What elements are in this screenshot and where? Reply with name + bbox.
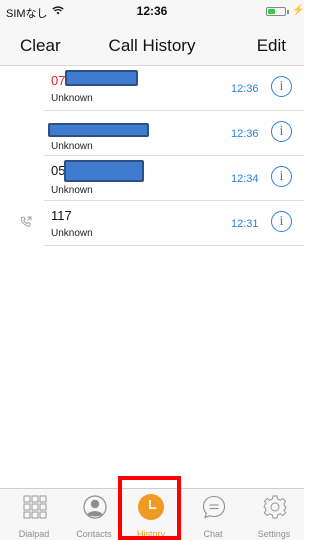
- battery-level: [268, 9, 275, 14]
- tab-bar: Dialpad Contacts History Chat Settings: [0, 488, 304, 540]
- contacts-icon: [83, 495, 107, 519]
- call-time: 12:31: [231, 218, 259, 230]
- tab-label: Dialpad: [18, 529, 50, 539]
- navigation-bar: Clear Call History Edit: [0, 26, 304, 66]
- tab-label: Chat: [203, 529, 223, 539]
- history-clock-icon: [138, 494, 164, 520]
- call-number: 117: [51, 208, 72, 223]
- call-row[interactable]: 117 Unknown 12:31 i: [20, 201, 304, 246]
- chat-bubble-icon: [202, 495, 226, 519]
- call-row[interactable]: Unknown 12:36 i: [44, 111, 304, 156]
- info-icon[interactable]: i: [271, 76, 292, 97]
- tab-dialpad[interactable]: Dialpad: [4, 489, 64, 540]
- call-label: Unknown: [51, 141, 93, 152]
- call-time: 12:36: [231, 128, 259, 140]
- tab-label: Settings: [257, 529, 291, 539]
- battery-icon: [266, 7, 286, 16]
- call-label: Unknown: [51, 228, 93, 239]
- edit-button[interactable]: Edit: [257, 36, 286, 56]
- call-time: 12:36: [231, 83, 259, 95]
- redacted-number: [48, 123, 149, 137]
- call-row[interactable]: 05 Unknown 12:34 i: [44, 156, 304, 201]
- charging-icon: ⚡: [292, 5, 305, 16]
- clear-button[interactable]: Clear: [20, 36, 61, 56]
- call-row[interactable]: 07 Unknown 12:36 i: [44, 66, 304, 111]
- tab-history[interactable]: History: [121, 489, 181, 540]
- call-time: 12:34: [231, 173, 259, 185]
- info-icon[interactable]: i: [271, 121, 292, 142]
- tab-contacts[interactable]: Contacts: [64, 489, 124, 540]
- call-number: 07: [51, 73, 66, 88]
- call-label: Unknown: [51, 185, 93, 196]
- battery-tip: [287, 10, 289, 14]
- dialpad-icon: [23, 495, 47, 519]
- tab-settings[interactable]: Settings: [244, 489, 304, 540]
- tab-chat[interactable]: Chat: [183, 489, 243, 540]
- tab-label: Contacts: [76, 529, 112, 539]
- outgoing-call-icon: [20, 216, 32, 227]
- tab-label: History: [136, 529, 165, 539]
- call-history-list: 07 Unknown 12:36 i Unknown 12:36 i 05 Un…: [0, 66, 304, 246]
- info-icon[interactable]: i: [271, 211, 292, 232]
- status-bar: SIMなし 12:36 ⚡: [0, 0, 304, 26]
- status-time: 12:36: [136, 4, 168, 18]
- call-label: Unknown: [51, 93, 93, 104]
- gear-icon: [263, 495, 287, 519]
- redacted-number: [65, 70, 138, 86]
- redacted-number: [64, 160, 144, 182]
- info-icon[interactable]: i: [271, 166, 292, 187]
